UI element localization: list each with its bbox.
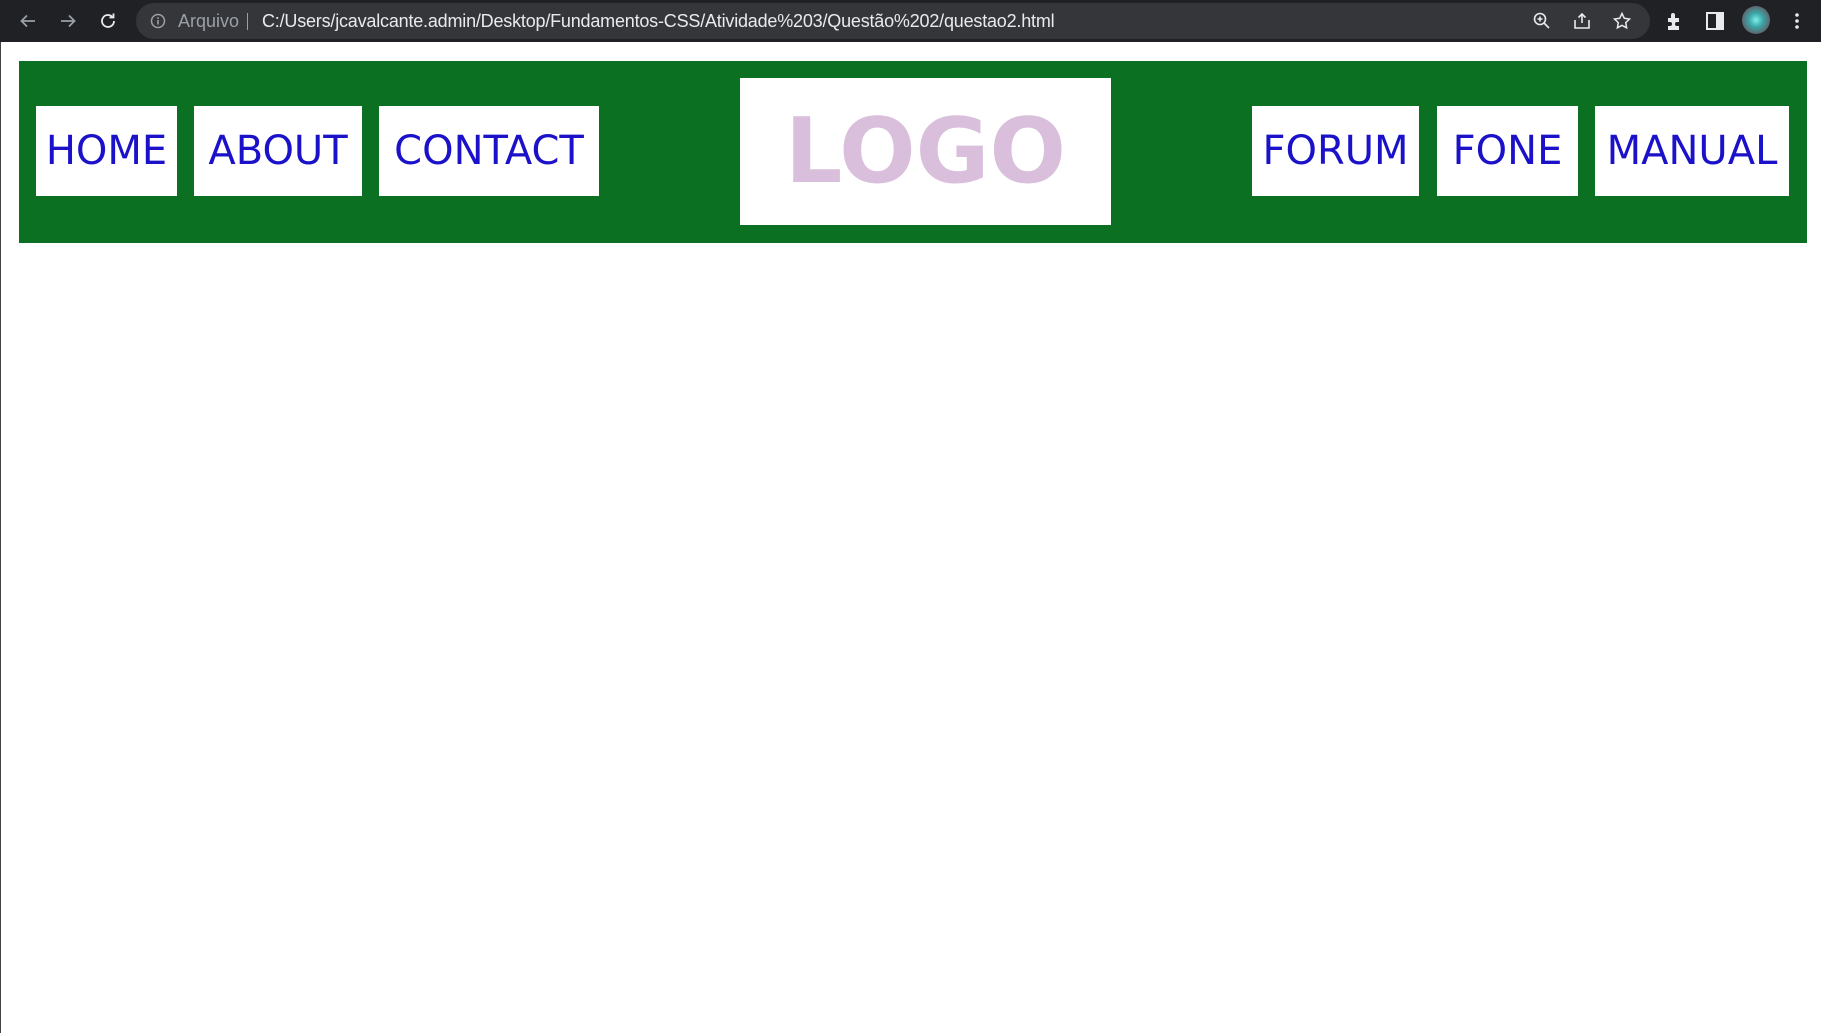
browser-toolbar: Arquivo C:/Users/jcavalcante.admin/Deskt…	[0, 0, 1821, 42]
nav-fone[interactable]: FONE	[1437, 106, 1578, 196]
page-left-edge	[0, 42, 1, 1033]
reload-icon	[101, 13, 115, 28]
url-text[interactable]: C:/Users/jcavalcante.admin/Desktop/Funda…	[262, 3, 1055, 39]
nav-home[interactable]: HOME	[36, 106, 177, 196]
bookmark-star-icon[interactable]	[1612, 11, 1632, 31]
more-menu-icon[interactable]	[1785, 9, 1809, 33]
reload-button[interactable]	[94, 7, 122, 35]
arrow-right-icon	[61, 14, 76, 28]
arrow-left-icon	[20, 14, 35, 28]
nav-forum[interactable]: FORUM	[1252, 106, 1419, 196]
nav-contact[interactable]: CONTACT	[379, 106, 599, 196]
side-panel-icon[interactable]	[1703, 9, 1727, 33]
forward-button[interactable]	[54, 7, 82, 35]
logo: LOGO	[740, 78, 1111, 225]
site-header: HOME ABOUT CONTACT LOGO FORUM FONE MANUA…	[19, 61, 1807, 243]
info-icon[interactable]	[150, 13, 166, 29]
nav-manual[interactable]: MANUAL	[1595, 106, 1789, 196]
extensions-icon[interactable]	[1663, 9, 1687, 33]
share-icon[interactable]	[1572, 11, 1592, 31]
address-separator	[247, 13, 248, 30]
back-button[interactable]	[14, 7, 42, 35]
nav-about[interactable]: ABOUT	[194, 106, 362, 196]
zoom-icon[interactable]	[1532, 11, 1552, 31]
page-content: HOME ABOUT CONTACT LOGO FORUM FONE MANUA…	[0, 42, 1821, 1033]
profile-avatar[interactable]	[1742, 6, 1770, 34]
security-label: Arquivo	[178, 11, 240, 31]
address-bar[interactable]: Arquivo C:/Users/jcavalcante.admin/Deskt…	[136, 3, 1650, 39]
